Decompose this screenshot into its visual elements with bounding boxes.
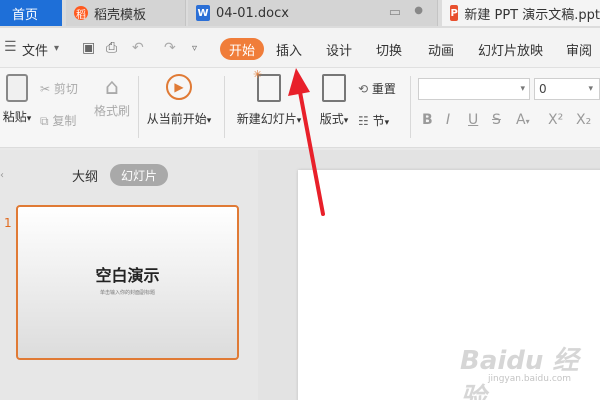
watermark-logo: Baidu 经验 — [460, 346, 579, 400]
watermark-url: jingyan.baidu.com — [488, 374, 572, 384]
